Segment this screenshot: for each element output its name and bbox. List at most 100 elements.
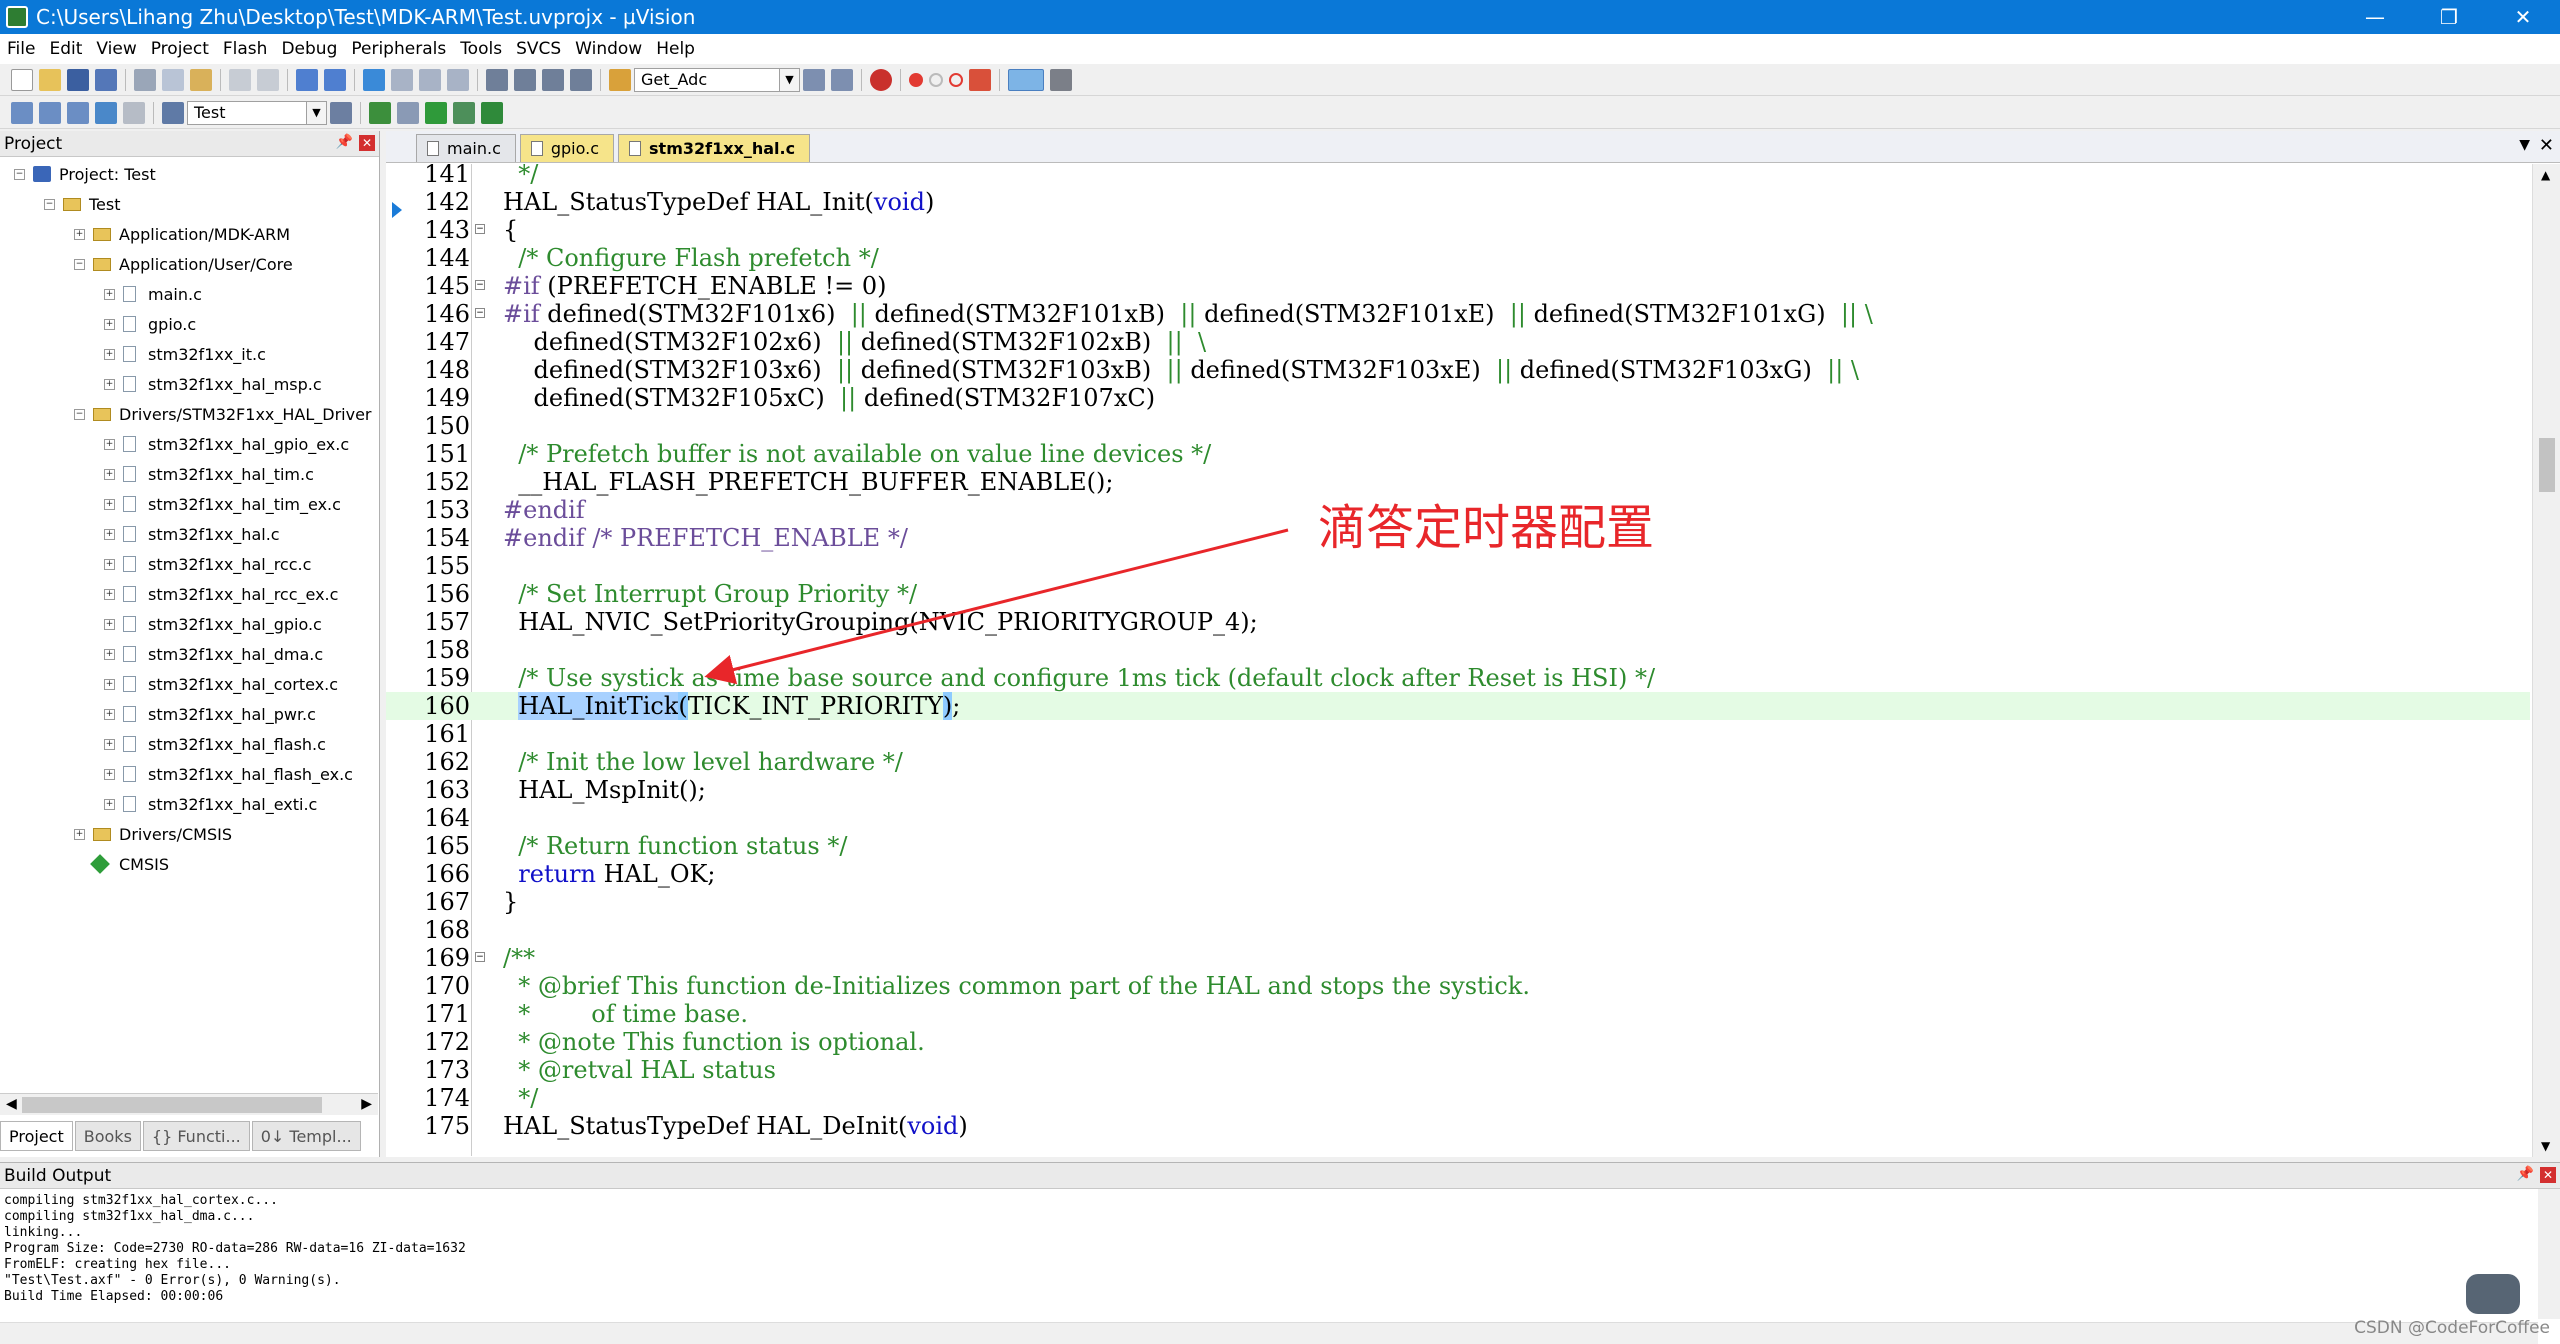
tree-item[interactable]: + stm32f1xx_hal_msp.c: [104, 369, 322, 399]
code-line[interactable]: 161: [386, 720, 2530, 748]
code-line[interactable]: 165 /* Return function status */: [386, 832, 2530, 860]
code-line[interactable]: 162 /* Init the low level hardware */: [386, 748, 2530, 776]
code-line[interactable]: 174 */: [386, 1084, 2530, 1112]
minimize-button[interactable]: —: [2338, 0, 2412, 34]
code-line[interactable]: 148 defined(STM32F103x6) || defined(STM3…: [386, 356, 2530, 384]
code-line[interactable]: 164: [386, 804, 2530, 832]
menu-peripherals[interactable]: Peripherals: [344, 39, 453, 59]
tree-item[interactable]: + stm32f1xx_hal_rcc.c: [104, 549, 311, 579]
kill-breakpoints-icon[interactable]: [969, 68, 991, 91]
menu-file[interactable]: File: [0, 39, 42, 59]
select-software-packs-icon[interactable]: [481, 101, 503, 124]
indent-icon[interactable]: [486, 68, 508, 91]
collapse-icon[interactable]: −: [74, 408, 85, 420]
prev-bookmark-icon[interactable]: [391, 68, 413, 91]
pin-icon[interactable]: 📌: [336, 134, 353, 150]
code-line[interactable]: 145− #if (PREFETCH_ENABLE != 0): [386, 272, 2530, 300]
fold-toggle-icon[interactable]: −: [475, 280, 485, 290]
code-line[interactable]: 171 * of time base.: [386, 1000, 2530, 1028]
next-bookmark-icon[interactable]: [419, 68, 441, 91]
expand-icon[interactable]: +: [104, 738, 115, 750]
tree-item[interactable]: + main.c: [104, 279, 202, 309]
expand-icon[interactable]: +: [104, 378, 115, 390]
expand-icon[interactable]: +: [74, 828, 85, 840]
window-layout-icon[interactable]: [1008, 68, 1044, 91]
configure-icon[interactable]: [1050, 68, 1072, 91]
expand-icon[interactable]: +: [104, 318, 115, 330]
rebuild-icon[interactable]: [67, 101, 89, 124]
redo-icon[interactable]: [257, 68, 279, 91]
tree-item[interactable]: + stm32f1xx_hal_dma.c: [104, 639, 323, 669]
code-line[interactable]: 151 /* Prefetch buffer is not available …: [386, 440, 2530, 468]
expand-icon[interactable]: +: [104, 648, 115, 660]
code-line[interactable]: 157 HAL_NVIC_SetPriorityGrouping(NVIC_PR…: [386, 608, 2530, 636]
paste-icon[interactable]: [190, 68, 212, 91]
copy-icon[interactable]: [162, 68, 184, 91]
collapse-icon[interactable]: −: [14, 168, 25, 180]
menu-flash[interactable]: Flash: [216, 39, 275, 59]
cut-icon[interactable]: [134, 68, 156, 91]
tree-item[interactable]: + stm32f1xx_hal_cortex.c: [104, 669, 338, 699]
expand-icon[interactable]: +: [104, 498, 115, 510]
tree-item[interactable]: + stm32f1xx_hal_flash_ex.c: [104, 759, 353, 789]
editor-tab-main-c[interactable]: main.c: [416, 134, 516, 162]
tree-item[interactable]: + stm32f1xx_hal_tim_ex.c: [104, 489, 341, 519]
menu-help[interactable]: Help: [649, 39, 702, 59]
tree-item[interactable]: + stm32f1xx_hal_exti.c: [104, 789, 317, 819]
tree-item[interactable]: + stm32f1xx_hal_gpio_ex.c: [104, 429, 349, 459]
code-line[interactable]: 163 HAL_MspInit();: [386, 776, 2530, 804]
batch-build-icon[interactable]: [162, 101, 184, 124]
scroll-thumb[interactable]: [22, 1097, 322, 1113]
tree-item[interactable]: + stm32f1xx_hal_tim.c: [104, 459, 314, 489]
uncomment-icon[interactable]: [570, 68, 592, 91]
tree-item[interactable]: CMSIS: [74, 849, 169, 879]
undo-icon[interactable]: [229, 68, 251, 91]
unindent-icon[interactable]: [514, 68, 536, 91]
close-button[interactable]: ✕: [2486, 0, 2560, 34]
code-line[interactable]: 143− {: [386, 216, 2530, 244]
scroll-thumb[interactable]: [2539, 438, 2555, 492]
menu-svcs[interactable]: SVCS: [509, 39, 568, 59]
build-vscrollbar[interactable]: [2538, 1189, 2560, 1319]
fold-toggle-icon[interactable]: −: [475, 224, 485, 234]
scroll-right-icon[interactable]: ▶: [361, 1096, 372, 1112]
tab-templates[interactable]: 0↓ Templ...: [251, 1121, 361, 1151]
code-line[interactable]: 158: [386, 636, 2530, 664]
code-line[interactable]: 146− #if defined(STM32F101x6) || defined(…: [386, 300, 2530, 328]
scroll-down-icon[interactable]: ▼: [2541, 1139, 2550, 1153]
expand-icon[interactable]: +: [104, 438, 115, 450]
new-file-icon[interactable]: [11, 68, 33, 91]
code-line[interactable]: 173 * @retval HAL status: [386, 1056, 2530, 1084]
tree-item[interactable]: + Drivers/CMSIS: [74, 819, 232, 849]
expand-icon[interactable]: +: [104, 678, 115, 690]
translate-icon[interactable]: [11, 101, 33, 124]
code-line[interactable]: 149 defined(STM32F105xC) || defined(STM3…: [386, 384, 2530, 412]
menu-project[interactable]: Project: [144, 39, 216, 59]
expand-icon[interactable]: +: [104, 348, 115, 360]
tree-item[interactable]: + stm32f1xx_hal.c: [104, 519, 280, 549]
tree-item[interactable]: + Application/MDK-ARM: [74, 219, 290, 249]
tree-item[interactable]: + stm32f1xx_hal_gpio.c: [104, 609, 322, 639]
expand-icon[interactable]: +: [104, 558, 115, 570]
fold-toggle-icon[interactable]: −: [475, 308, 485, 318]
download-icon[interactable]: [95, 101, 117, 124]
tab-list-chevron-icon[interactable]: ▼: [2519, 137, 2530, 153]
fold-toggle-icon[interactable]: −: [475, 952, 485, 962]
tree-item[interactable]: − Test: [44, 189, 121, 219]
navigate-forward-icon[interactable]: [324, 68, 346, 91]
collapse-icon[interactable]: −: [74, 258, 85, 270]
code-line[interactable]: 166 return HAL_OK;: [386, 860, 2530, 888]
tab-books[interactable]: Books: [74, 1121, 141, 1151]
function-combo[interactable]: Get_Adc ▼: [634, 67, 800, 92]
close-panel-icon[interactable]: ✕: [2540, 1167, 2556, 1183]
menu-debug[interactable]: Debug: [274, 39, 344, 59]
save-icon[interactable]: [67, 68, 89, 91]
tree-item[interactable]: + stm32f1xx_hal_flash.c: [104, 729, 326, 759]
target-combo[interactable]: Test ▼: [187, 100, 327, 125]
tree-item[interactable]: − Project: Test: [14, 159, 156, 189]
pack-installer-icon[interactable]: [453, 101, 475, 124]
code-line[interactable]: 172 * @note This function is optional.: [386, 1028, 2530, 1056]
save-all-icon[interactable]: [95, 68, 117, 91]
expand-icon[interactable]: +: [104, 798, 115, 810]
chevron-down-icon[interactable]: ▼: [779, 68, 799, 91]
